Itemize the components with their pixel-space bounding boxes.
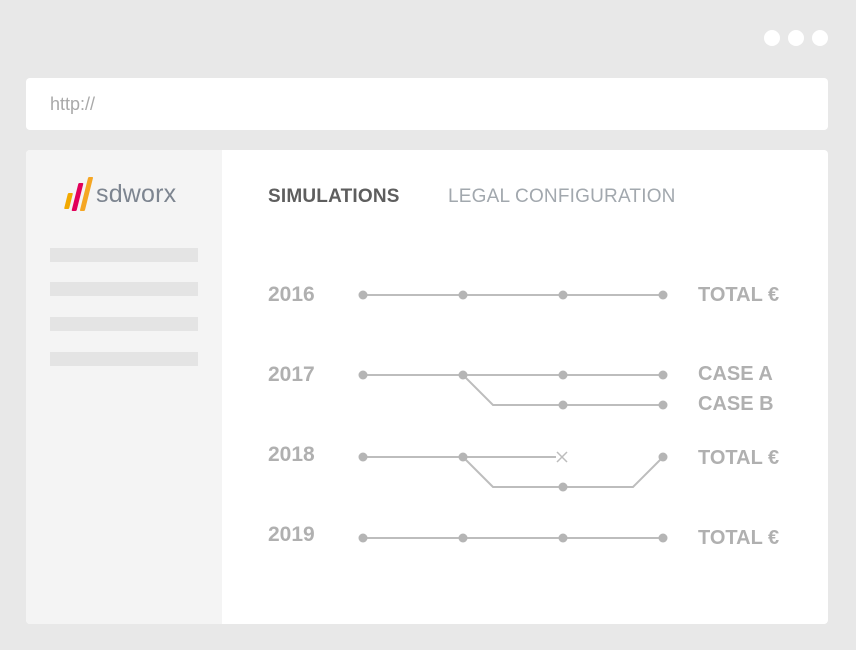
address-bar-text: http:// [50, 94, 96, 114]
node-2016-3 [558, 290, 568, 300]
window-dot-2[interactable] [788, 30, 804, 46]
node-2016-1 [358, 290, 368, 300]
node-2016-2 [458, 290, 468, 300]
simulation-timelines [358, 290, 668, 543]
row-label-2017-case-b: CASE B [698, 393, 774, 415]
window-dot-3[interactable] [812, 30, 828, 46]
node-2019-3 [558, 533, 568, 543]
row-label-2018-total: TOTAL € [698, 447, 780, 469]
year-label-2019: 2019 [268, 523, 315, 546]
year-label-2018: 2018 [268, 443, 315, 466]
node-2018-2 [458, 452, 468, 462]
row-label-2016-total: TOTAL € [698, 284, 780, 306]
node-2018-4 [658, 452, 668, 462]
node-2017-2 [458, 370, 468, 380]
row-label-2019-total: TOTAL € [698, 527, 780, 549]
node-2019-4 [658, 533, 668, 543]
node-2017-b-1 [558, 400, 568, 410]
row-label-2017-case-a: CASE A [698, 363, 773, 385]
year-label-2016: 2016 [268, 283, 315, 306]
node-2017-4 [658, 370, 668, 380]
node-2018-3 [558, 482, 568, 492]
timeline-lines [363, 294, 664, 539]
node-2019-1 [358, 533, 368, 543]
year-label-2017: 2017 [268, 363, 315, 386]
app-page: sdworx SIMULATIONS LEGAL CONFIGURATION 2… [26, 150, 828, 624]
node-2017-3 [558, 370, 568, 380]
window-controls [764, 30, 828, 46]
cancelled-node-x-icon [556, 451, 568, 463]
node-2016-4 [658, 290, 668, 300]
window-dot-1[interactable] [764, 30, 780, 46]
node-2017-1 [358, 370, 368, 380]
timeline-nodes [358, 290, 668, 543]
node-2017-b-2 [658, 400, 668, 410]
node-2018-1 [358, 452, 368, 462]
node-2019-2 [458, 533, 468, 543]
address-bar[interactable]: http:// [26, 78, 828, 130]
